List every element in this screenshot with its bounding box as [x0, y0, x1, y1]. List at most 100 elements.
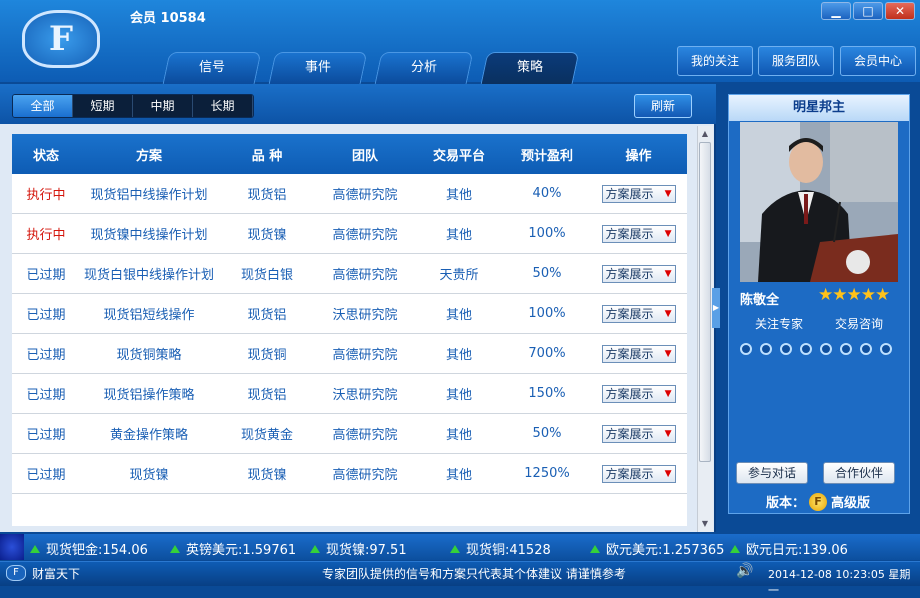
up-arrow-icon — [310, 544, 320, 553]
cell-plan: 现货镍中线操作计划 — [90, 228, 208, 243]
collapse-handle-icon[interactable]: ▶ — [712, 288, 720, 328]
header-platform: 交易平台 — [432, 148, 485, 164]
up-arrow-icon — [30, 544, 40, 553]
cell-variety: 现货镍 — [247, 228, 287, 243]
cell-team: 高德研究院 — [332, 468, 398, 483]
minimize-button[interactable]: ▁ — [821, 2, 851, 20]
carousel-dot[interactable] — [760, 343, 772, 355]
carousel-dots — [740, 343, 892, 355]
up-arrow-icon — [170, 544, 180, 553]
ticker-text: 欧元美元:1.257365 — [606, 543, 725, 558]
header-variety: 品 种 — [251, 148, 283, 164]
table-row[interactable]: 已过期 现货铜策略 现货铜 高德研究院 其他 700% 方案展示 ▼ — [12, 334, 687, 374]
cell-action: 方案展示 ▼ — [590, 174, 687, 213]
cell-profit: 100% — [528, 306, 566, 321]
table-row[interactable]: 执行中 现货铝中线操作计划 现货铝 高德研究院 其他 40% 方案展示 ▼ — [12, 174, 687, 214]
partner-button[interactable]: 合作伙伴 — [823, 462, 895, 484]
cell-team: 沃思研究院 — [332, 308, 398, 323]
header-plan: 方案 — [135, 148, 162, 164]
header-profit: 预计盈利 — [520, 148, 573, 164]
show-plan-button[interactable]: 方案展示 ▼ — [601, 184, 676, 203]
tab-signal[interactable]: 信号 — [162, 52, 262, 84]
filter-long[interactable]: 长期 — [193, 95, 253, 117]
carousel-dot[interactable] — [800, 343, 812, 355]
table-row[interactable]: 已过期 现货白银中线操作计划 现货白银 高德研究院 天贵所 50% 方案展示 ▼ — [12, 254, 687, 294]
table-row[interactable]: 执行中 现货镍中线操作计划 现货镍 高德研究院 其他 100% 方案展示 ▼ — [12, 214, 687, 254]
dropdown-arrow-icon: ▼ — [664, 228, 672, 239]
cell-platform: 其他 — [445, 188, 472, 203]
follow-expert-link[interactable]: 关注专家 — [755, 315, 803, 332]
show-plan-button[interactable]: 方案展示 ▼ — [601, 264, 676, 283]
cell-platform: 其他 — [445, 308, 472, 323]
maximize-button[interactable]: □ — [853, 2, 883, 20]
table-row[interactable]: 已过期 现货镍 现货镍 高德研究院 其他 1250% 方案展示 ▼ — [12, 454, 687, 494]
ticker-item: 现货铜:41528 — [450, 539, 551, 558]
trade-consult-link[interactable]: 交易咨询 — [835, 315, 883, 332]
expert-name[interactable]: 陈敬全 — [740, 289, 779, 308]
show-plan-label: 方案展示 — [605, 427, 654, 441]
refresh-button[interactable]: 刷新 — [634, 94, 692, 118]
cell-plan: 现货铝短线操作 — [103, 308, 195, 323]
table-row[interactable]: 已过期 现货铝操作策略 现货铝 沃思研究院 其他 150% 方案展示 ▼ — [12, 374, 687, 414]
cell-team: 高德研究院 — [332, 188, 398, 203]
header-action: 操作 — [625, 148, 652, 164]
cell-variety: 现货白银 — [240, 268, 293, 283]
table-row[interactable]: 已过期 现货铝短线操作 现货铝 沃思研究院 其他 100% 方案展示 ▼ — [12, 294, 687, 334]
carousel-dot[interactable] — [740, 343, 752, 355]
service-team-button[interactable]: 服务团队 — [758, 46, 834, 76]
show-plan-button[interactable]: 方案展示 ▼ — [601, 384, 676, 403]
cell-status: 执行中 — [26, 188, 66, 203]
scroll-up-arrow[interactable]: ▲ — [699, 127, 711, 141]
member-center-button[interactable]: 会员中心 — [840, 46, 916, 76]
brand-name: 财富天下 — [32, 567, 81, 581]
join-chat-button[interactable]: 参与对话 — [736, 462, 808, 484]
show-plan-button[interactable]: 方案展示 ▼ — [601, 344, 676, 363]
cell-profit: 1250% — [524, 466, 570, 481]
ticker-text: 现货镍:97.51 — [326, 543, 407, 558]
speaker-icon[interactable]: 🔊 — [736, 563, 753, 579]
table-row[interactable]: 已过期 黄金操作策略 现货黄金 高德研究院 其他 50% 方案展示 ▼ — [12, 414, 687, 454]
expert-photo[interactable] — [740, 122, 898, 282]
tab-event-label: 事件 — [304, 60, 331, 75]
up-arrow-icon — [450, 544, 460, 553]
filter-all[interactable]: 全部 — [13, 95, 73, 117]
ticker-item: 英镑美元:1.59761 — [170, 539, 296, 558]
ticker-item: 欧元日元:139.06 — [730, 539, 848, 558]
cell-status: 已过期 — [26, 428, 66, 443]
close-button[interactable]: ✕ — [885, 2, 915, 20]
cell-platform: 其他 — [445, 228, 472, 243]
scroll-down-arrow[interactable]: ▼ — [699, 517, 711, 531]
scroll-thumb[interactable] — [699, 142, 711, 462]
carousel-dot[interactable] — [860, 343, 872, 355]
carousel-dot[interactable] — [820, 343, 832, 355]
cell-action: 方案展示 ▼ — [590, 254, 687, 293]
show-plan-button[interactable]: 方案展示 ▼ — [601, 464, 676, 483]
my-follow-button[interactable]: 我的关注 — [677, 46, 753, 76]
show-plan-button[interactable]: 方案展示 ▼ — [601, 224, 676, 243]
version-value: 高级版 — [831, 496, 871, 511]
tab-analysis[interactable]: 分析 — [374, 52, 474, 84]
dropdown-arrow-icon: ▼ — [664, 428, 672, 439]
show-plan-button[interactable]: 方案展示 ▼ — [601, 304, 676, 323]
cell-team: 高德研究院 — [332, 428, 398, 443]
cell-team: 沃思研究院 — [332, 388, 398, 403]
tab-strategy[interactable]: 策略 — [480, 52, 580, 84]
cell-variety: 现货黄金 — [240, 428, 293, 443]
cell-profit: 150% — [528, 386, 566, 401]
filter-mid[interactable]: 中期 — [133, 95, 193, 117]
cell-action: 方案展示 ▼ — [590, 214, 687, 253]
carousel-dot[interactable] — [780, 343, 792, 355]
table-header: 状态 方案 品 种 团队 交易平台 预计盈利 操作 — [12, 134, 687, 174]
dropdown-arrow-icon: ▼ — [664, 268, 672, 279]
carousel-dot[interactable] — [840, 343, 852, 355]
filter-short[interactable]: 短期 — [73, 95, 133, 117]
cell-variety: 现货铝 — [247, 188, 287, 203]
ticker-item: 现货镍:97.51 — [310, 539, 407, 558]
carousel-dot[interactable] — [880, 343, 892, 355]
cell-action: 方案展示 ▼ — [590, 294, 687, 333]
version-info: 版本： F 高级版 — [766, 492, 870, 511]
cell-platform: 其他 — [445, 468, 472, 483]
show-plan-button[interactable]: 方案展示 ▼ — [601, 424, 676, 443]
tab-event[interactable]: 事件 — [268, 52, 368, 84]
cell-status: 执行中 — [26, 228, 66, 243]
